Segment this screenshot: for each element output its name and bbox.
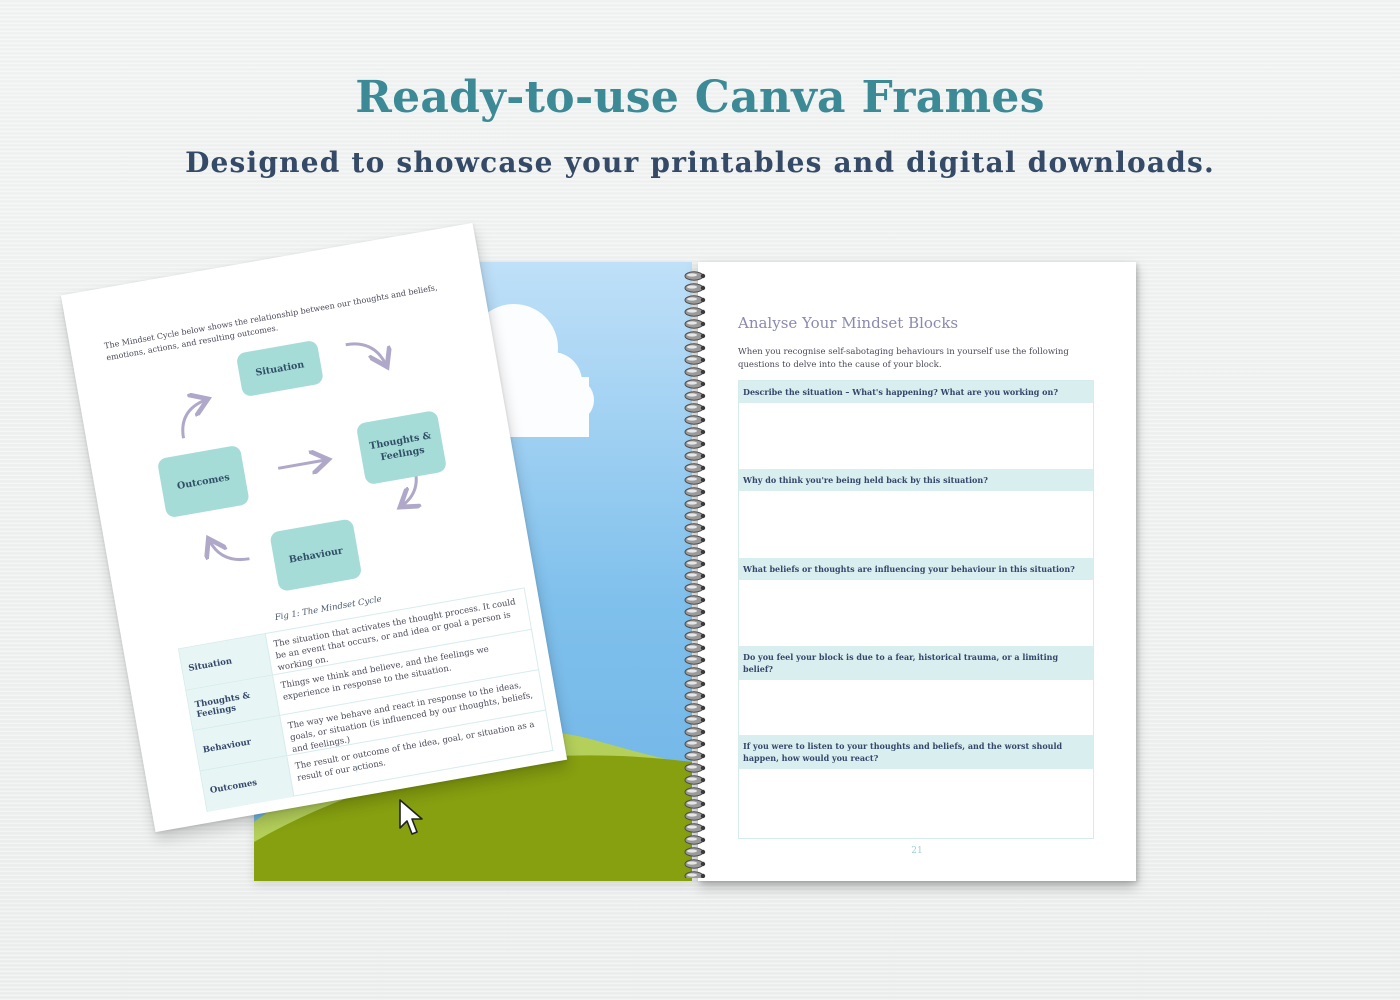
spiral-coil bbox=[684, 439, 706, 449]
spiral-coil bbox=[684, 727, 706, 737]
arrow-icon bbox=[277, 460, 325, 468]
page-title: Ready-to-use Canva Frames bbox=[355, 72, 1045, 123]
spiral-coil bbox=[684, 355, 706, 365]
spiral-coil bbox=[684, 475, 706, 485]
spiral-coil bbox=[684, 811, 706, 821]
spiral-coil bbox=[684, 571, 706, 581]
spiral-binding bbox=[684, 271, 706, 878]
spiral-coil bbox=[684, 691, 706, 701]
spiral-coil bbox=[684, 403, 706, 413]
spiral-coil bbox=[684, 631, 706, 641]
spiral-coil bbox=[684, 787, 706, 797]
spiral-coil bbox=[684, 847, 706, 857]
question-heading: Do you feel your block is due to a fear,… bbox=[739, 646, 1093, 680]
question-heading: Why do think you're being held back by t… bbox=[739, 469, 1093, 491]
question-heading: If you were to listen to your thoughts a… bbox=[739, 735, 1093, 769]
spiral-coil bbox=[684, 547, 706, 557]
question-heading: What beliefs or thoughts are influencing… bbox=[739, 558, 1093, 580]
spiral-coil bbox=[684, 499, 706, 509]
spiral-coil bbox=[684, 619, 706, 629]
spiral-coil bbox=[684, 559, 706, 569]
worksheet-page: Analyse Your Mindset Blocks When you rec… bbox=[698, 262, 1136, 881]
question-heading: Describe the situation – What's happenin… bbox=[739, 381, 1093, 403]
spiral-coil bbox=[684, 643, 706, 653]
spiral-coil bbox=[684, 343, 706, 353]
spiral-coil bbox=[684, 415, 706, 425]
question-row: Do you feel your block is due to a fear,… bbox=[739, 646, 1093, 680]
page-subtitle: Designed to showcase your printables and… bbox=[185, 146, 1215, 179]
spiral-coil bbox=[684, 655, 706, 665]
spiral-coil bbox=[684, 607, 706, 617]
spiral-coil bbox=[684, 715, 706, 725]
spiral-coil bbox=[684, 835, 706, 845]
question-row: What beliefs or thoughts are influencing… bbox=[739, 558, 1093, 580]
spiral-coil bbox=[684, 823, 706, 833]
spiral-coil bbox=[684, 871, 706, 878]
arrow-icon bbox=[210, 535, 250, 561]
spiral-coil bbox=[684, 859, 706, 869]
spiral-coil bbox=[684, 511, 706, 521]
spiral-coil bbox=[684, 739, 706, 749]
spiral-coil bbox=[684, 535, 706, 545]
spiral-coil bbox=[684, 295, 706, 305]
spiral-coil bbox=[684, 595, 706, 605]
spiral-coil bbox=[684, 799, 706, 809]
spiral-coil bbox=[684, 367, 706, 377]
question-row: If you were to listen to your thoughts a… bbox=[739, 735, 1093, 769]
spiral-coil bbox=[684, 319, 706, 329]
spiral-coil bbox=[684, 331, 706, 341]
spiral-coil bbox=[684, 583, 706, 593]
spiral-coil bbox=[684, 775, 706, 785]
question-row: Why do think you're being held back by t… bbox=[739, 469, 1093, 491]
worksheet-intro: When you recognise self-sabotaging behav… bbox=[738, 347, 1069, 370]
spiral-coil bbox=[684, 391, 706, 401]
spiral-coil bbox=[684, 271, 706, 281]
cursor-icon bbox=[399, 799, 423, 835]
spiral-coil bbox=[684, 751, 706, 761]
spiral-coil bbox=[684, 523, 706, 533]
worksheet-title: Analyse Your Mindset Blocks bbox=[738, 314, 959, 332]
spiral-coil bbox=[684, 667, 706, 677]
spiral-coil bbox=[684, 487, 706, 497]
arrow-icon bbox=[181, 400, 211, 439]
spiral-coil bbox=[684, 307, 706, 317]
spiral-coil bbox=[684, 763, 706, 773]
spiral-coil bbox=[684, 283, 706, 293]
spiral-coil bbox=[684, 451, 706, 461]
spiral-coil bbox=[684, 463, 706, 473]
spiral-coil bbox=[684, 379, 706, 389]
arrow-icon bbox=[345, 342, 386, 370]
page-number: 21 bbox=[911, 846, 923, 856]
question-table: Describe the situation – What's happenin… bbox=[738, 380, 1094, 839]
spiral-coil bbox=[684, 679, 706, 689]
question-row: Describe the situation – What's happenin… bbox=[739, 381, 1093, 403]
spiral-coil bbox=[684, 703, 706, 713]
spiral-coil bbox=[684, 427, 706, 437]
